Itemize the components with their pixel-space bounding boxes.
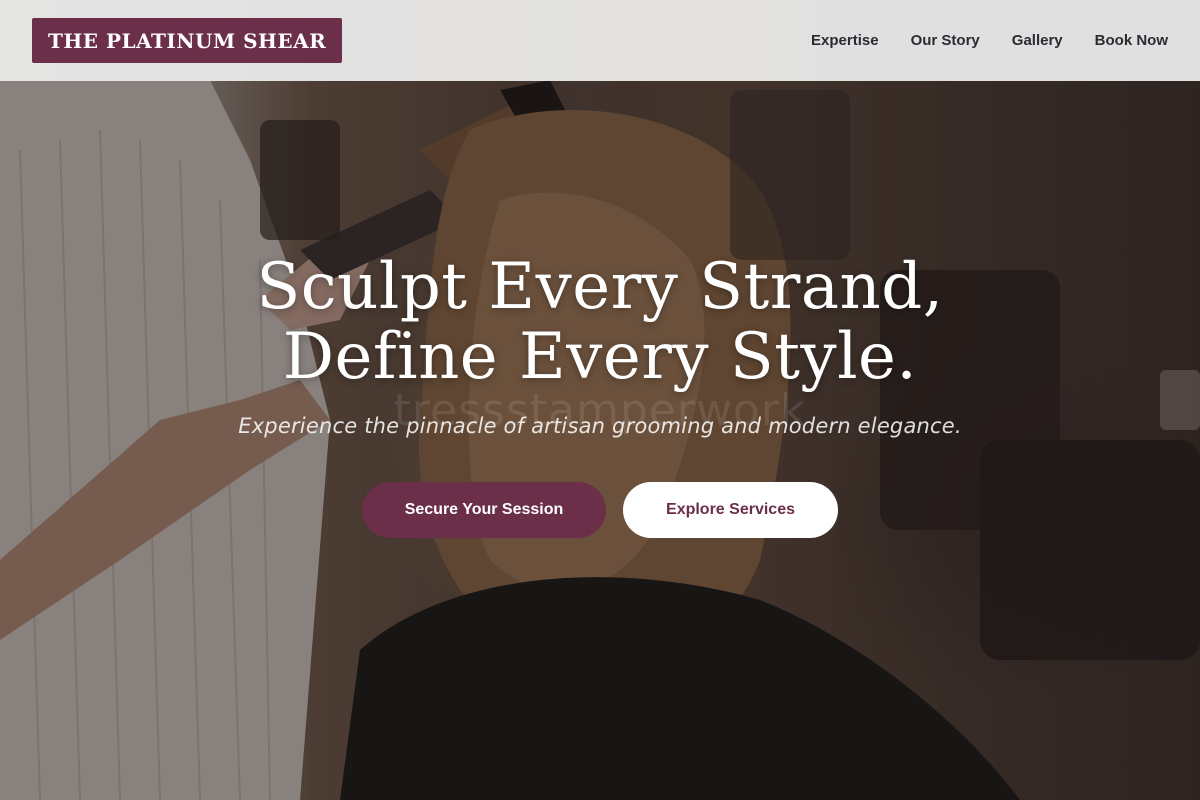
nav-item-expertise[interactable]: Expertise	[811, 32, 879, 49]
site-header: THE PLATINUM SHEAR Expertise Our Story G…	[0, 0, 1200, 81]
hero-watermark: tressstamperwork	[393, 385, 807, 436]
main-nav: Expertise Our Story Gallery Book Now	[811, 32, 1168, 49]
nav-item-gallery[interactable]: Gallery	[1012, 32, 1063, 49]
hero-content: tressstamperwork Sculpt Every Strand, De…	[0, 252, 1200, 538]
secure-session-button[interactable]: Secure Your Session	[362, 482, 606, 538]
nav-item-book-now[interactable]: Book Now	[1095, 32, 1168, 49]
explore-services-button[interactable]: Explore Services	[623, 482, 838, 538]
headline-line-1: Sculpt Every Strand,	[256, 250, 944, 324]
nav-item-our-story[interactable]: Our Story	[911, 32, 980, 49]
hero-headline: Sculpt Every Strand, Define Every Style.	[0, 252, 1200, 392]
headline-line-2: Define Every Style.	[282, 320, 918, 394]
brand-logo[interactable]: THE PLATINUM SHEAR	[32, 18, 343, 63]
cta-group: Secure Your Session Explore Services	[0, 482, 1200, 538]
